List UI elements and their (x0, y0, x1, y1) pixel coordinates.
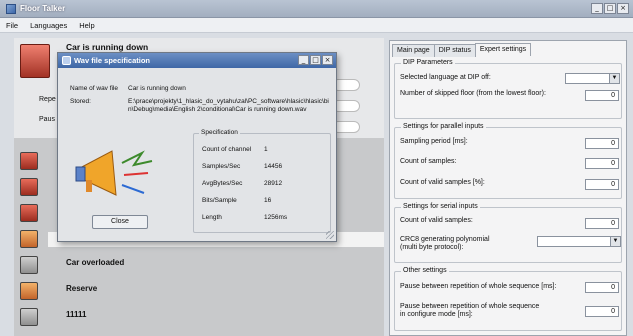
serial-inputs-group: Settings for serial inputs Count of vali… (394, 203, 622, 263)
maximize-button[interactable]: □ (310, 55, 321, 65)
window-controls: _ □ × (591, 3, 629, 14)
menu-languages[interactable]: Languages (30, 21, 67, 30)
menu-help[interactable]: Help (79, 21, 94, 30)
spec-row: Bits/Sample 16 (194, 197, 332, 211)
group-title: Specification (199, 129, 240, 136)
skipped-floor-label: Number of skipped floor (from the lowest… (400, 90, 546, 97)
wav-name-value: Car is running down (128, 85, 186, 92)
pause-config-sublabel: in configure mode [ms]: (400, 311, 473, 318)
language-label: Selected language at DIP off: (400, 74, 491, 81)
crc-select[interactable]: ▼ (537, 236, 621, 247)
crc-sublabel: (multi byte protocol): (400, 244, 464, 251)
repeat-label: Repe (39, 96, 56, 103)
stored-label: Stored: (70, 98, 91, 105)
spec-value: 16 (264, 197, 272, 204)
serial-valid-label: Count of valid samples: (400, 217, 473, 224)
chevron-down-icon: ▼ (610, 237, 620, 246)
language-select[interactable]: ▼ (565, 73, 620, 84)
serial-valid-input[interactable]: 0 (585, 218, 619, 229)
menu-bar: File Languages Help (0, 18, 633, 33)
settings-panel: Main page DIP status Expert settings DIP… (389, 40, 627, 336)
spec-row: Count of channel 1 (194, 146, 332, 160)
list-item-label: Reserve (66, 284, 98, 293)
sampling-period-input[interactable]: 0 (585, 138, 619, 149)
spec-key: Count of channel (202, 146, 252, 153)
group-title: Other settings (401, 267, 449, 274)
group-title: Settings for parallel inputs (401, 123, 486, 130)
maximize-button[interactable]: □ (604, 3, 616, 14)
group-title: Settings for serial inputs (401, 203, 480, 210)
minimize-button[interactable]: _ (298, 55, 309, 65)
list-item[interactable]: Car overloaded (14, 252, 384, 278)
app-icon (6, 4, 16, 14)
pause-label: Paus (39, 116, 55, 123)
pause-input[interactable]: 0 (585, 282, 619, 293)
pause-label: Pause between repetition of whole sequen… (400, 283, 557, 290)
close-button[interactable]: Close (92, 215, 148, 229)
elevator-icon (20, 308, 38, 326)
list-item[interactable]: 11111 (14, 304, 384, 330)
title-bar: Floor Talker _ □ × (0, 0, 633, 18)
skipped-floor-input[interactable]: 0 (585, 90, 619, 101)
specification-group: Specification Count of channel 1 Samples… (193, 129, 332, 233)
spec-value: 1 (264, 146, 268, 153)
parallel-inputs-group: Settings for parallel inputs Sampling pe… (394, 123, 622, 199)
elevator-icon (20, 44, 50, 78)
spec-row: AvgBytes/Sec 28912 (194, 180, 332, 194)
spec-key: Bits/Sample (202, 197, 237, 204)
valid-samples-input[interactable]: 0 (585, 179, 619, 190)
sampling-period-label: Sampling period [ms]: (400, 138, 468, 145)
elevator-icon (20, 152, 38, 170)
spec-value: 1256ms (264, 214, 288, 221)
spec-row: Samples/Sec 14456 (194, 163, 332, 177)
window-title: Floor Talker (20, 4, 66, 13)
resize-grip[interactable] (326, 231, 334, 239)
spec-value: 14456 (264, 163, 283, 170)
spec-value: 28912 (264, 180, 283, 187)
count-samples-input[interactable]: 0 (585, 158, 619, 169)
count-samples-label: Count of samples: (400, 158, 457, 165)
tab-dip-status[interactable]: DIP status (433, 44, 476, 57)
dialog-controls: _ □ × (298, 55, 333, 65)
tab-strip: Main page DIP status Expert settings (392, 43, 532, 57)
dip-parameters-group: DIP Parameters Selected language at DIP … (394, 59, 622, 119)
crc-label: CRC8 generating polynomial (400, 236, 490, 243)
stored-path: E:\prace\projekty\1_hlasic_do_vytahu\zal… (128, 98, 329, 113)
running-title: Car is running down (66, 42, 149, 52)
pause-config-label: Pause between repetition of whole sequen… (400, 303, 540, 310)
elevator-icon (20, 230, 38, 248)
group-title: DIP Parameters (401, 59, 455, 66)
pause-config-input[interactable]: 0 (585, 306, 619, 317)
valid-samples-label: Count of valid samples [%]: (400, 179, 485, 186)
list-item-label: 11111 (66, 310, 87, 319)
music-note-icon (62, 56, 71, 65)
spec-row: Length 1256ms (194, 214, 332, 228)
reserve-icon (20, 282, 38, 300)
overload-icon (20, 256, 38, 274)
menu-file[interactable]: File (6, 21, 18, 30)
dialog-title: Wav file specification (58, 53, 336, 68)
wav-name-label: Name of wav file (70, 85, 119, 92)
other-settings-group: Other settings Pause between repetition … (394, 267, 622, 331)
arrows-icon (20, 178, 38, 196)
door-icon (20, 204, 38, 222)
chevron-down-icon: ▼ (609, 74, 619, 83)
spec-key: Samples/Sec (202, 163, 241, 170)
wav-spec-dialog: Wav file specification _ □ × Name of wav… (57, 52, 337, 242)
list-item[interactable]: Reserve (14, 278, 384, 304)
spec-key: Length (202, 214, 222, 221)
close-window-button[interactable]: × (617, 3, 629, 14)
tab-main-page[interactable]: Main page (392, 44, 435, 57)
spec-key: AvgBytes/Sec (202, 180, 243, 187)
minimize-button[interactable]: _ (591, 3, 603, 14)
megaphone-icon (75, 150, 153, 196)
close-dialog-x-button[interactable]: × (322, 55, 333, 65)
list-item-label: Car overloaded (66, 258, 125, 267)
tab-expert-settings[interactable]: Expert settings (474, 43, 532, 56)
